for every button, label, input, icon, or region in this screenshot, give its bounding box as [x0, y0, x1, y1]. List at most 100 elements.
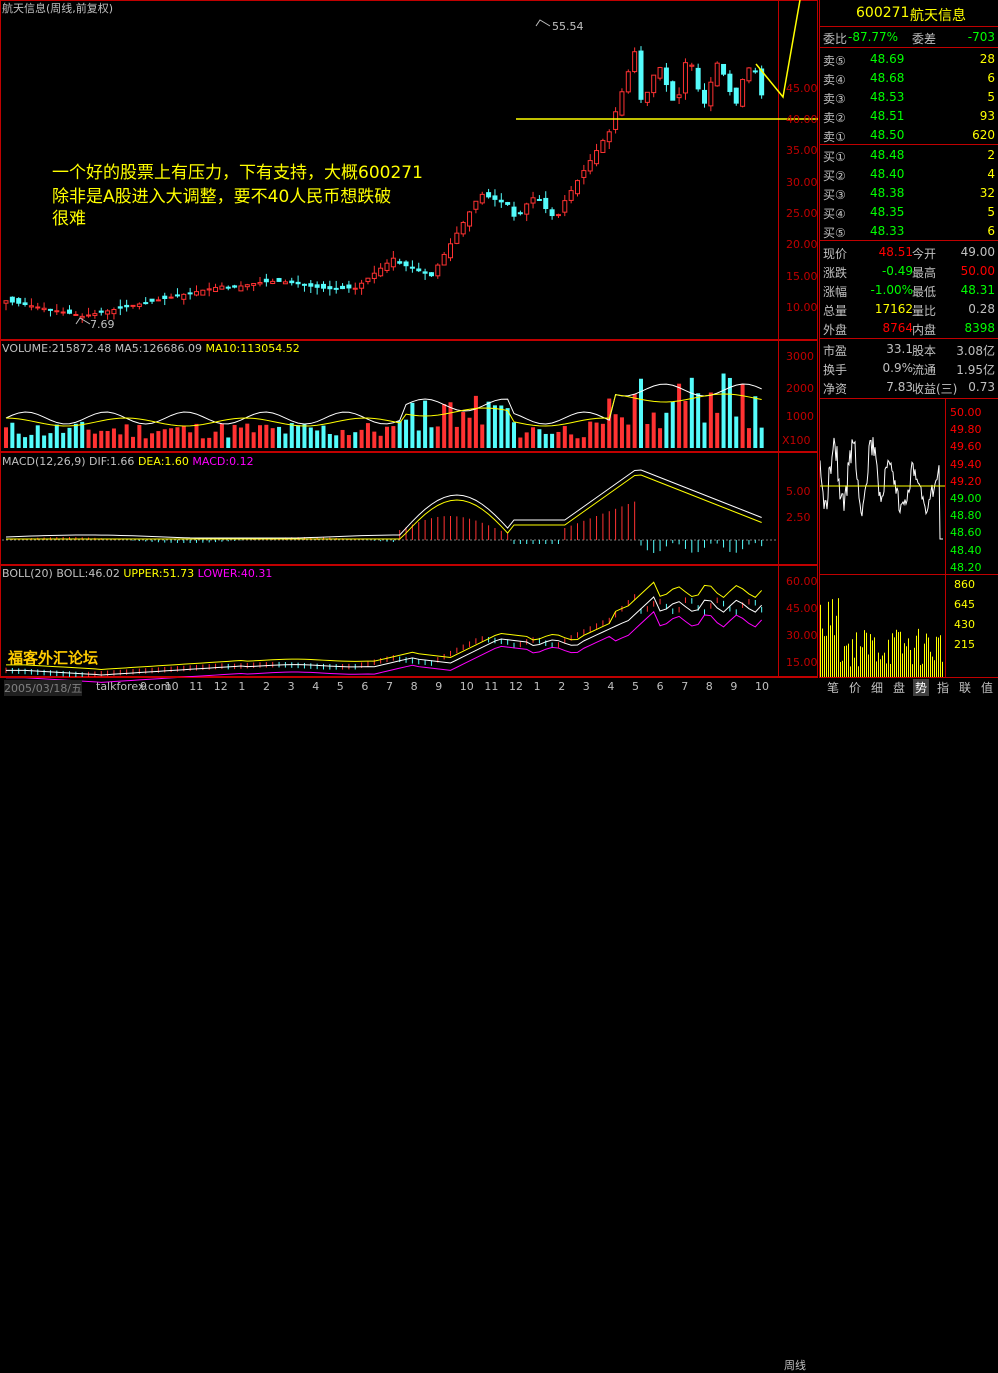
macd-dea: DEA:1.60 [137, 455, 189, 468]
intraday-vol-bar [916, 635, 917, 677]
order-price: 48.68 [870, 71, 905, 85]
side-tab-0[interactable]: 笔 [825, 679, 841, 696]
volume-bar [759, 427, 764, 448]
volume-bar [753, 396, 758, 448]
intraday-vol-bar [842, 660, 843, 677]
panel-border [0, 340, 818, 452]
intraday-vol-axis-label: 430 [954, 618, 975, 631]
candle-body [479, 193, 485, 204]
volume-bar [404, 419, 409, 448]
volume-bar [385, 426, 389, 448]
intraday-vol-bar [824, 636, 825, 677]
order-level-label: 卖④ [823, 73, 846, 87]
stat-value: 8764 [882, 321, 913, 335]
weibi-label: 委比 [823, 32, 848, 46]
stat-row: 涨跌 -0.49 最高 50.00 [820, 261, 998, 281]
x-tick: 1 [238, 680, 246, 693]
intraday-price-line [820, 437, 943, 540]
axis-tick-label: 25.00 [786, 207, 818, 220]
candle-body [600, 140, 606, 153]
candle-body [467, 211, 473, 227]
macd-dif-line [5, 469, 762, 539]
volume-bar [454, 426, 459, 448]
candle-body [448, 243, 453, 259]
volume-bar [600, 423, 605, 448]
intraday-vol-bar [906, 646, 907, 677]
candle-body [587, 160, 593, 172]
order-level-label: 买② [823, 169, 846, 183]
boll-panel-header: BOLL(20) BOLL:46.02 UPPER:51.73 LOWER:40… [2, 567, 272, 580]
stat-label: 现价 [823, 247, 848, 261]
period-label[interactable]: 周线 [784, 1357, 806, 1373]
intraday-vol-bar [822, 628, 823, 677]
intraday-vol-bar [880, 659, 881, 677]
intraday-axis-label: 50.00 [950, 406, 982, 419]
volume-bar [124, 424, 129, 448]
volume-ma10-line [5, 393, 762, 427]
order-level-label: 买④ [823, 207, 846, 221]
volume-bar [594, 422, 599, 448]
kline-chart-area[interactable]: 航天信息(周线,前复权) 55.54 7.69 一个好的股票上有压力，下有支持，… [0, 0, 818, 695]
macd-panel-header: MACD(12,26,9) DIF:1.66 DEA:1.60 MACD:0.1… [2, 455, 254, 468]
order-level-label: 买① [823, 150, 846, 164]
volume-bar [492, 405, 497, 448]
volume-bar [16, 433, 21, 448]
candle-body [162, 295, 168, 299]
boll-label: BOLL(20) [2, 567, 53, 580]
volume-bar [150, 433, 155, 448]
candle-body [270, 280, 276, 284]
axis-tick-label: 30.00 [786, 629, 818, 642]
candle-body [733, 87, 739, 104]
volume-bar [29, 434, 34, 448]
candle-body [594, 150, 600, 165]
intraday-vol-bar [936, 636, 937, 677]
candle-body [187, 292, 193, 295]
volume-bar [708, 392, 713, 448]
x-tick: 7 [681, 680, 689, 693]
boll-mid: BOLL:46.02 [56, 567, 120, 580]
volume-bar [696, 393, 701, 448]
volume-bar [67, 427, 72, 448]
candle-body [625, 71, 631, 93]
volume-bar [715, 412, 720, 448]
candle-body [67, 309, 72, 314]
side-tab-5[interactable]: 指 [935, 679, 951, 696]
stat-value: 0.9% [882, 361, 914, 375]
side-tab-1[interactable]: 价 [847, 679, 863, 696]
x-tick: 10 [164, 680, 179, 693]
side-tab-6[interactable]: 联 [957, 679, 973, 696]
volume-bar [613, 414, 618, 448]
intraday-vol-bar [826, 635, 827, 677]
side-tab-7[interactable]: 值 [979, 679, 995, 696]
intraday-vol-bar [886, 663, 887, 677]
candle-body [168, 296, 174, 299]
candle-body [390, 257, 396, 268]
intraday-vol-bar [890, 663, 891, 677]
side-tab-2[interactable]: 细 [869, 679, 885, 696]
volume-bar [537, 429, 542, 448]
volume-bar [619, 417, 624, 448]
stat-value: 48.51 [878, 245, 913, 259]
volume-bar [61, 432, 66, 448]
volume-bar [162, 429, 167, 448]
candle-body [111, 309, 117, 315]
candle-body [746, 67, 752, 82]
intraday-vol-axis-label: 215 [954, 638, 975, 651]
volume-bar [467, 417, 472, 448]
stat-value: 49.00 [960, 245, 995, 259]
side-tab-3[interactable]: 盘 [891, 679, 907, 696]
stat-label: 股本 [912, 344, 937, 358]
side-tab-4[interactable]: 势 [913, 679, 930, 696]
stat-value: 0.28 [968, 302, 995, 316]
stat-row: 外盘 8764 内盘 8398 [820, 318, 998, 338]
candle-body [657, 67, 663, 79]
volume-panel-header: VOLUME:215872.48 MA5:126686.09 MA10:1130… [2, 342, 300, 355]
intraday-axis-label: 49.00 [950, 492, 982, 505]
stat-label: 净资 [823, 382, 848, 396]
volume-bar [283, 433, 288, 448]
candle-body [352, 287, 358, 290]
order-level-label: 卖① [823, 130, 846, 144]
candle-body [105, 310, 111, 315]
volume-bar [258, 425, 262, 448]
volume-bar [131, 436, 135, 448]
